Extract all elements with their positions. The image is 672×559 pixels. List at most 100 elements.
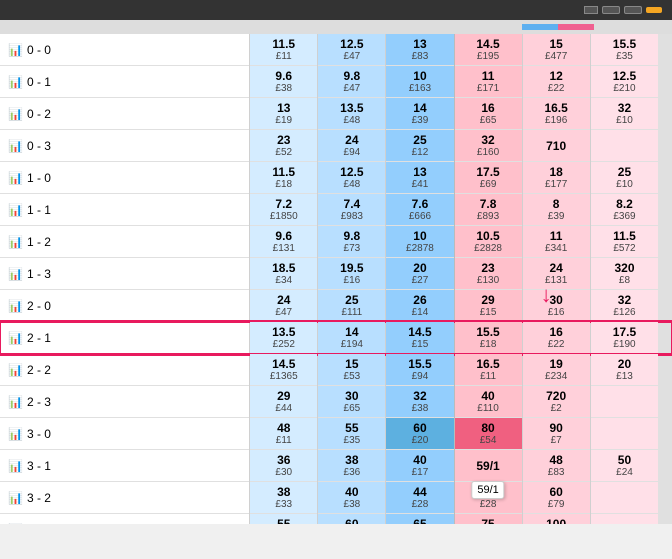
lay-cell[interactable]: 11£341: [522, 226, 590, 258]
lay-cell[interactable]: 32£10: [590, 98, 658, 130]
lay-cell[interactable]: 18£177: [522, 162, 590, 194]
lay-cell[interactable]: 30£16: [522, 290, 590, 322]
lay-cell[interactable]: [590, 418, 658, 450]
back-cell[interactable]: 29£44: [250, 386, 318, 418]
lay-cell[interactable]: 15.5£35: [590, 34, 658, 66]
lay-cell[interactable]: 17.5£190: [590, 322, 658, 354]
lay-cell[interactable]: 16.5£196: [522, 98, 590, 130]
back-cell[interactable]: 14£39: [386, 98, 454, 130]
lay-cell[interactable]: 14.5£195: [454, 34, 522, 66]
back-cell[interactable]: 30£65: [318, 386, 386, 418]
lay-cell[interactable]: 7.8£893: [454, 194, 522, 226]
lay-cell[interactable]: 15£477: [522, 34, 590, 66]
back-cell[interactable]: 13£41: [386, 162, 454, 194]
back-cell[interactable]: 7.6£666: [386, 194, 454, 226]
back-cell[interactable]: 9.6£131: [250, 226, 318, 258]
back-cell[interactable]: 14£194: [318, 322, 386, 354]
lay-cell[interactable]: 12.5£210: [590, 66, 658, 98]
lay-cell[interactable]: 50£24: [590, 450, 658, 482]
back-cell[interactable]: 55£10: [250, 514, 318, 525]
back-cell[interactable]: 24£94: [318, 130, 386, 162]
back-cell[interactable]: 13£83: [386, 34, 454, 66]
back-cell[interactable]: 19.5£16: [318, 258, 386, 290]
lay-cell[interactable]: 110: [590, 514, 658, 525]
back-all-label[interactable]: [522, 24, 558, 30]
lay-cell[interactable]: 720£2: [522, 386, 590, 418]
lay-cell[interactable]: 710: [522, 130, 590, 162]
back-cell[interactable]: 10£2878: [386, 226, 454, 258]
back-cell[interactable]: 40£17: [386, 450, 454, 482]
back-cell[interactable]: 60£78: [318, 514, 386, 525]
lay-all-label[interactable]: [558, 24, 594, 30]
back-cell[interactable]: 10£163: [386, 66, 454, 98]
lay-cell[interactable]: 19£234: [522, 354, 590, 386]
lay-cell[interactable]: 32£160: [454, 130, 522, 162]
back-cell[interactable]: 7.4£983: [318, 194, 386, 226]
back-cell[interactable]: 60£20: [386, 418, 454, 450]
lay-cell[interactable]: 16£65: [454, 98, 522, 130]
lay-cell[interactable]: 29£15↓: [454, 290, 522, 322]
lay-cell[interactable]: 59/159/1: [454, 450, 522, 482]
lay-cell[interactable]: 16£22: [522, 322, 590, 354]
back-cell[interactable]: 65£50: [386, 514, 454, 525]
lay-cell[interactable]: 23£130: [454, 258, 522, 290]
back-cell[interactable]: 18.5£34: [250, 258, 318, 290]
lay-cell[interactable]: 20£13: [590, 354, 658, 386]
lay-cell[interactable]: 60£79: [522, 482, 590, 514]
lay-cell[interactable]: 75£111: [454, 514, 522, 525]
lay-cell[interactable]: 12£22: [522, 66, 590, 98]
lay-cell[interactable]: 11£171: [454, 66, 522, 98]
back-cell[interactable]: 25£12: [386, 130, 454, 162]
monitor-button[interactable]: [584, 6, 598, 14]
lay-cell[interactable]: 320£8: [590, 258, 658, 290]
back-cell[interactable]: 12.5£48: [318, 162, 386, 194]
back-cell[interactable]: 9.6£38: [250, 66, 318, 98]
lay-cell[interactable]: 90£7: [522, 418, 590, 450]
lay-cell[interactable]: 25£10: [590, 162, 658, 194]
back-cell[interactable]: 11.5£18: [250, 162, 318, 194]
back-cell[interactable]: 11.5£11: [250, 34, 318, 66]
lay-cell[interactable]: 11.5£572: [590, 226, 658, 258]
lay-cell[interactable]: [590, 386, 658, 418]
back-cell[interactable]: 48£11: [250, 418, 318, 450]
back-cell[interactable]: 26£14: [386, 290, 454, 322]
lay-cell[interactable]: 8.2£369: [590, 194, 658, 226]
lay-cell[interactable]: 80£54: [454, 418, 522, 450]
lay-cell[interactable]: 32£126: [590, 290, 658, 322]
back-cell[interactable]: 9.8£47: [318, 66, 386, 98]
back-cell[interactable]: 14.5£1365: [250, 354, 318, 386]
back-cell[interactable]: 7.2£1850: [250, 194, 318, 226]
back-cell[interactable]: 55£35: [318, 418, 386, 450]
back-cell[interactable]: 24£47: [250, 290, 318, 322]
lay-cell[interactable]: 10.5£2828: [454, 226, 522, 258]
back-cell[interactable]: 38£33: [250, 482, 318, 514]
head-to-head-button[interactable]: [624, 6, 642, 14]
back-cell[interactable]: 9.8£73: [318, 226, 386, 258]
lay-cell[interactable]: 17.5£69: [454, 162, 522, 194]
multiples-button[interactable]: [646, 7, 662, 13]
back-cell[interactable]: 13.5£252: [250, 322, 318, 354]
lay-cell[interactable]: 100£43: [522, 514, 590, 525]
back-cell[interactable]: 13.5£48: [318, 98, 386, 130]
back-cell[interactable]: 15.5£94: [386, 354, 454, 386]
back-cell[interactable]: 23£52: [250, 130, 318, 162]
lay-cell[interactable]: 8£39: [522, 194, 590, 226]
live-stream-button[interactable]: [602, 6, 620, 14]
back-cell[interactable]: 14.5£15: [386, 322, 454, 354]
back-cell[interactable]: 20£27: [386, 258, 454, 290]
back-cell[interactable]: 44£28: [386, 482, 454, 514]
back-cell[interactable]: 36£30: [250, 450, 318, 482]
back-cell[interactable]: 13£19: [250, 98, 318, 130]
lay-cell[interactable]: 24£131: [522, 258, 590, 290]
back-cell[interactable]: 38£36: [318, 450, 386, 482]
lay-cell[interactable]: 40£110: [454, 386, 522, 418]
back-cell[interactable]: 32£38: [386, 386, 454, 418]
lay-cell[interactable]: 16.5£11: [454, 354, 522, 386]
lay-cell[interactable]: 48£83: [522, 450, 590, 482]
back-cell[interactable]: 40£38: [318, 482, 386, 514]
lay-cell[interactable]: 15.5£18: [454, 322, 522, 354]
back-cell[interactable]: 15£53: [318, 354, 386, 386]
back-cell[interactable]: 12.5£47: [318, 34, 386, 66]
lay-cell[interactable]: [590, 130, 658, 162]
back-cell[interactable]: 25£111: [318, 290, 386, 322]
